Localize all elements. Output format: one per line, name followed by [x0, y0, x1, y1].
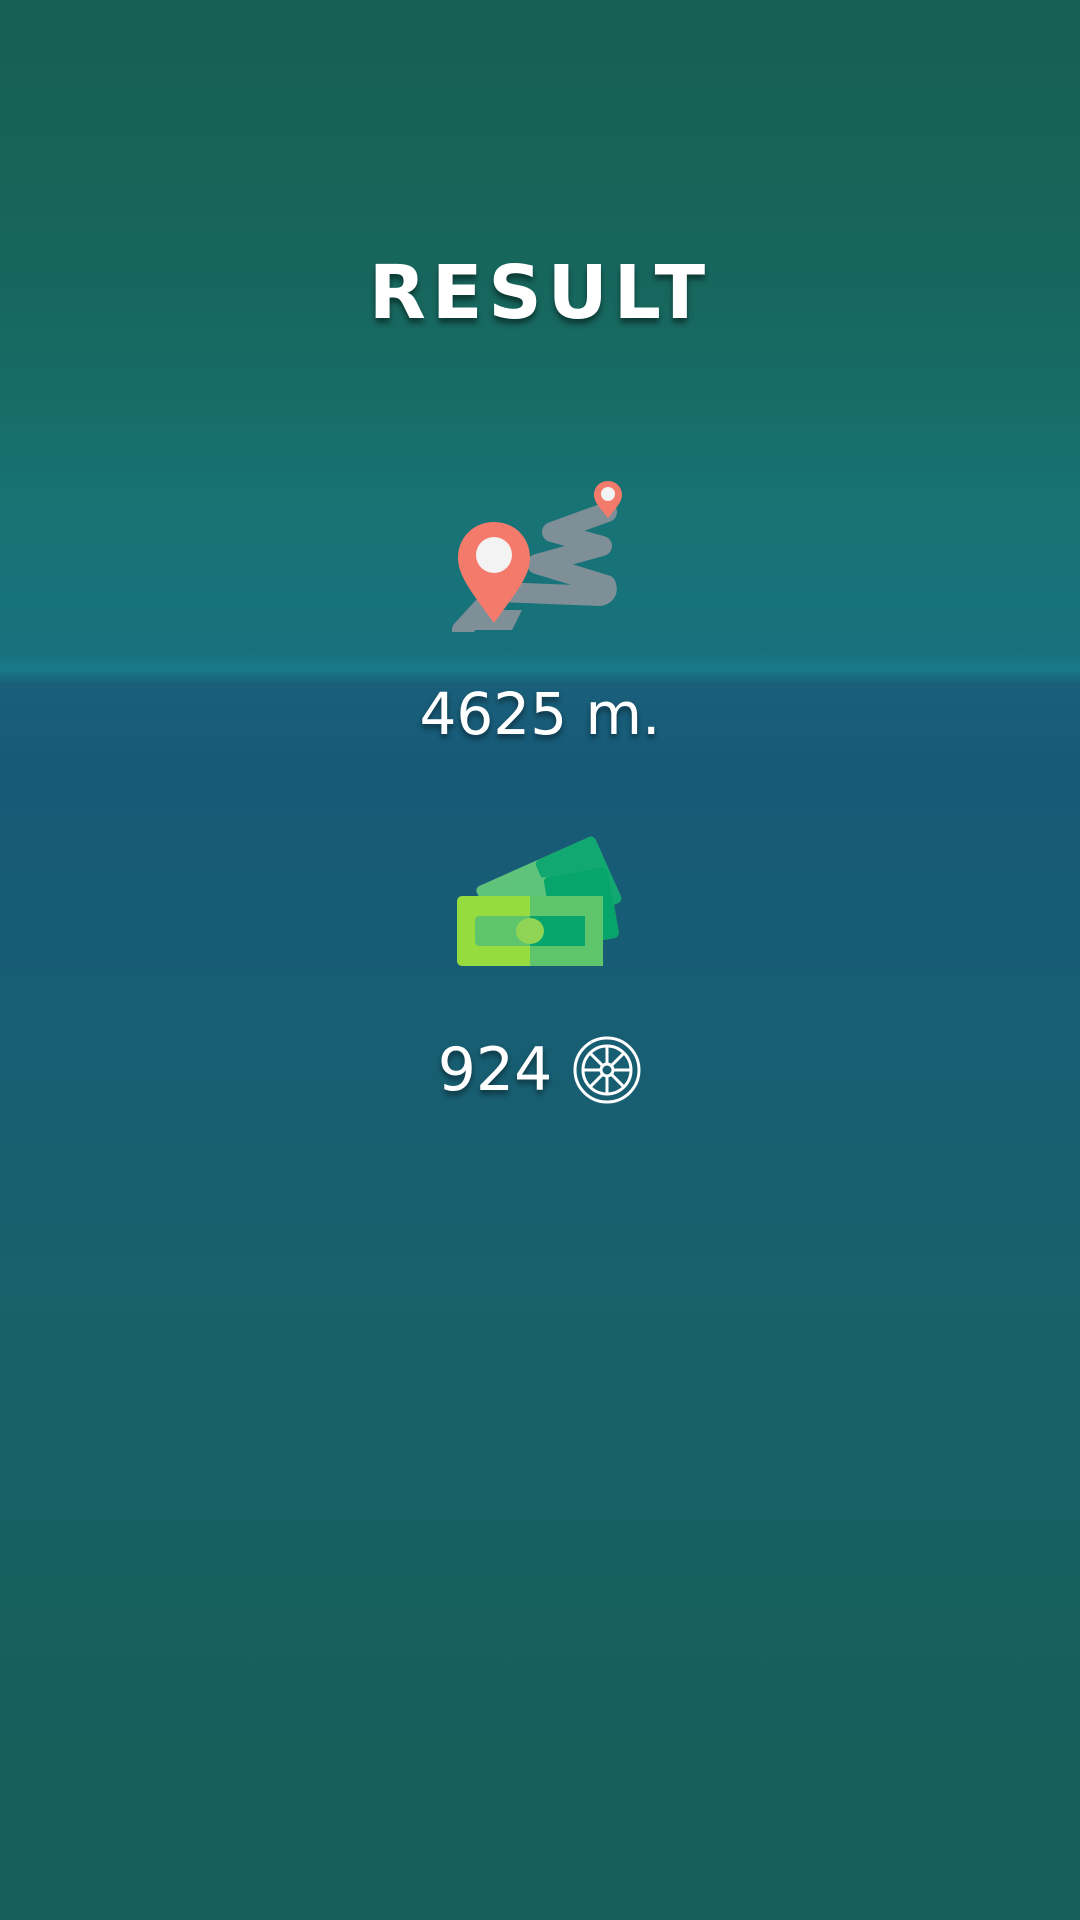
coins-value: 924 [437, 1035, 553, 1105]
money-bills-icon [457, 836, 622, 966]
distance-value: 4625 m. [419, 680, 661, 748]
coins-row: 924 [0, 1035, 1080, 1105]
wheel-coin-icon [573, 1036, 641, 1104]
result-title: RESULT [368, 250, 712, 336]
route-map-pin-icon [452, 481, 622, 632]
result-screen: RESULT 4625 m. 924 [0, 0, 1080, 1920]
